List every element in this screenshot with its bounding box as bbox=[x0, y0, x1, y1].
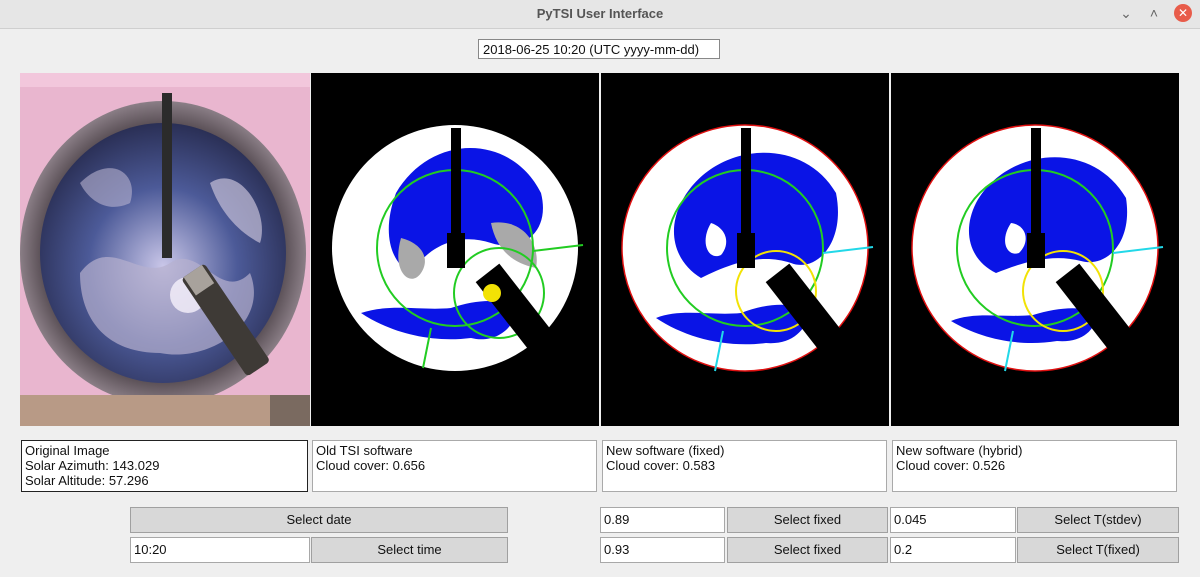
tfixed-input[interactable]: 0.2 bbox=[890, 537, 1016, 563]
original-image-panel bbox=[20, 73, 310, 426]
select-time-button[interactable]: Select time bbox=[311, 537, 508, 563]
info-line: Cloud cover: 0.526 bbox=[896, 458, 1006, 473]
select-tfixed-button[interactable]: Select T(fixed) bbox=[1017, 537, 1179, 563]
time-input[interactable]: 10:20 bbox=[130, 537, 310, 563]
select-fixed-button-2[interactable]: Select fixed bbox=[727, 537, 888, 563]
date-display: 2018-06-25 10:20 (UTC yyyy-mm-dd) bbox=[478, 39, 720, 59]
info-line: Cloud cover: 0.656 bbox=[316, 458, 426, 473]
window-titlebar: PyTSI User Interface ⌄ ˄ ✕ bbox=[0, 0, 1200, 29]
select-tstdev-button[interactable]: Select T(stdev) bbox=[1017, 507, 1179, 533]
info-line: Cloud cover: 0.583 bbox=[606, 458, 716, 473]
minimize-icon[interactable]: ⌄ bbox=[1117, 4, 1135, 22]
info-line: New software (hybrid) bbox=[896, 443, 1023, 458]
new-hybrid-panel bbox=[891, 73, 1179, 426]
select-date-button[interactable]: Select date bbox=[130, 507, 508, 533]
info-line: Solar Azimuth: 143.029 bbox=[25, 458, 160, 473]
restore-icon[interactable]: ˄ bbox=[1145, 4, 1163, 22]
info-line: New software (fixed) bbox=[606, 443, 725, 458]
info-line: Original Image bbox=[25, 443, 110, 458]
info-line: Solar Altitude: 57.296 bbox=[25, 473, 149, 488]
new-hybrid-info-box[interactable]: New software (hybrid) Cloud cover: 0.526 bbox=[892, 440, 1177, 492]
new-fixed-panel bbox=[601, 73, 889, 426]
select-fixed-button-1[interactable]: Select fixed bbox=[727, 507, 888, 533]
fixed-threshold-input-2[interactable]: 0.93 bbox=[600, 537, 725, 563]
info-line: Old TSI software bbox=[316, 443, 413, 458]
old-tsi-info-box[interactable]: Old TSI software Cloud cover: 0.656 bbox=[312, 440, 597, 492]
new-hybrid-image bbox=[911, 124, 1178, 409]
original-info-box[interactable]: Original Image Solar Azimuth: 143.029 So… bbox=[21, 440, 308, 492]
tstdev-input[interactable]: 0.045 bbox=[890, 507, 1016, 533]
window-title: PyTSI User Interface bbox=[536, 6, 664, 21]
old-tsi-panel bbox=[311, 73, 599, 426]
old-tsi-image bbox=[332, 125, 598, 409]
new-fixed-info-box[interactable]: New software (fixed) Cloud cover: 0.583 bbox=[602, 440, 887, 492]
fixed-threshold-input-1[interactable]: 0.89 bbox=[600, 507, 725, 533]
close-icon[interactable]: ✕ bbox=[1174, 4, 1192, 22]
sky-image bbox=[20, 73, 310, 426]
new-fixed-image bbox=[621, 124, 888, 409]
